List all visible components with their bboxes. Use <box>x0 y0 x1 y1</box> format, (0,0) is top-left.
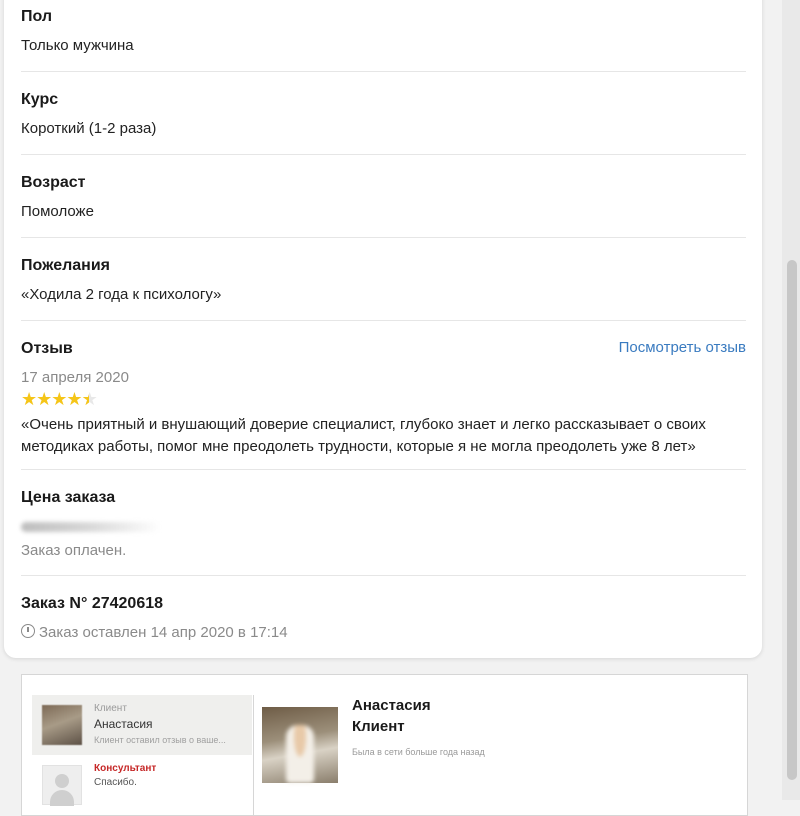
order-placed-text: Заказ оставлен 14 апр 2020 в 17:14 <box>39 624 288 641</box>
age-value: Помоложе <box>21 203 94 220</box>
payment-status: Заказ оплачен. <box>21 542 127 559</box>
review-section: Отзыв Посмотреть отзыв 17 апреля 2020 ★ … <box>21 339 746 459</box>
conversation-preview: Клиент оставил отзыв о ваше... <box>94 735 226 745</box>
view-review-link[interactable]: Посмотреть отзыв <box>619 339 746 356</box>
divider <box>21 71 746 72</box>
gender-label: Пол <box>21 8 53 25</box>
conversation-name: Анастасия <box>94 717 153 731</box>
chat-header-role: Клиент <box>352 718 405 735</box>
chat-header-name: Анастасия <box>352 697 431 714</box>
divider <box>21 469 746 470</box>
divider <box>21 154 746 155</box>
price-section: Цена заказа Заказ оплачен. <box>21 488 746 561</box>
order-placed-row: Заказ оставлен 14 апр 2020 в 17:14 <box>21 623 746 643</box>
order-section: Заказ N° 27420618 Заказ оставлен 14 апр … <box>21 594 746 643</box>
age-label: Возраст <box>21 174 86 191</box>
course-value: Короткий (1-2 раза) <box>21 120 157 137</box>
review-text-line-2: методиках работы, помог мне преодолеть т… <box>21 438 696 455</box>
gender-section: Пол Только мужчина <box>21 7 746 56</box>
star-icon: ★ <box>21 389 37 409</box>
wishes-value: «Ходила 2 года к психологу» <box>21 286 222 303</box>
review-date: 17 апреля 2020 <box>21 369 129 386</box>
conversation-role: Клиент <box>94 703 127 714</box>
conversation-preview: Спасибо. <box>94 777 137 788</box>
course-section: Курс Короткий (1-2 раза) <box>21 90 746 139</box>
star-icon: ★ <box>66 389 82 409</box>
order-number: Заказ N° 27420618 <box>21 595 164 612</box>
chat-header-status: Была в сети больше года назад <box>352 747 485 757</box>
scrollbar-thumb[interactable] <box>787 260 797 780</box>
chat-panel: Клиент Анастасия Клиент оставил отзыв о … <box>21 674 748 816</box>
divider <box>21 237 746 238</box>
gender-value: Только мужчина <box>21 37 134 54</box>
chat-header-avatar[interactable] <box>262 707 338 783</box>
avatar <box>42 705 82 745</box>
age-section: Возраст Помоложе <box>21 173 746 222</box>
conversation-item-client[interactable]: Клиент Анастасия Клиент оставил отзыв о … <box>32 695 252 755</box>
star-icon: ★ <box>51 389 67 409</box>
price-label: Цена заказа <box>21 489 116 506</box>
divider <box>21 320 746 321</box>
scrollbar-track[interactable] <box>782 0 800 800</box>
divider <box>21 575 746 576</box>
conversation-item-consultant[interactable]: Консультант Спасибо. <box>32 755 252 815</box>
conversation-list: Клиент Анастасия Клиент оставил отзыв о … <box>32 695 252 815</box>
review-text-line-1: «Очень приятный и внушающий доверие спец… <box>21 416 706 433</box>
wishes-label: Пожелания <box>21 257 110 274</box>
rating-stars: ★ ★ ★ ★ ★★ <box>21 389 746 410</box>
wishes-section: Пожелания «Ходила 2 года к психологу» <box>21 256 746 305</box>
star-icon: ★ <box>36 389 52 409</box>
divider <box>253 695 254 815</box>
avatar-placeholder-icon <box>42 765 82 806</box>
course-label: Курс <box>21 91 59 108</box>
clock-icon <box>21 624 35 638</box>
conversation-role: Консультант <box>94 763 157 774</box>
price-value-redacted <box>21 522 161 532</box>
half-star-icon: ★★ <box>81 389 98 409</box>
